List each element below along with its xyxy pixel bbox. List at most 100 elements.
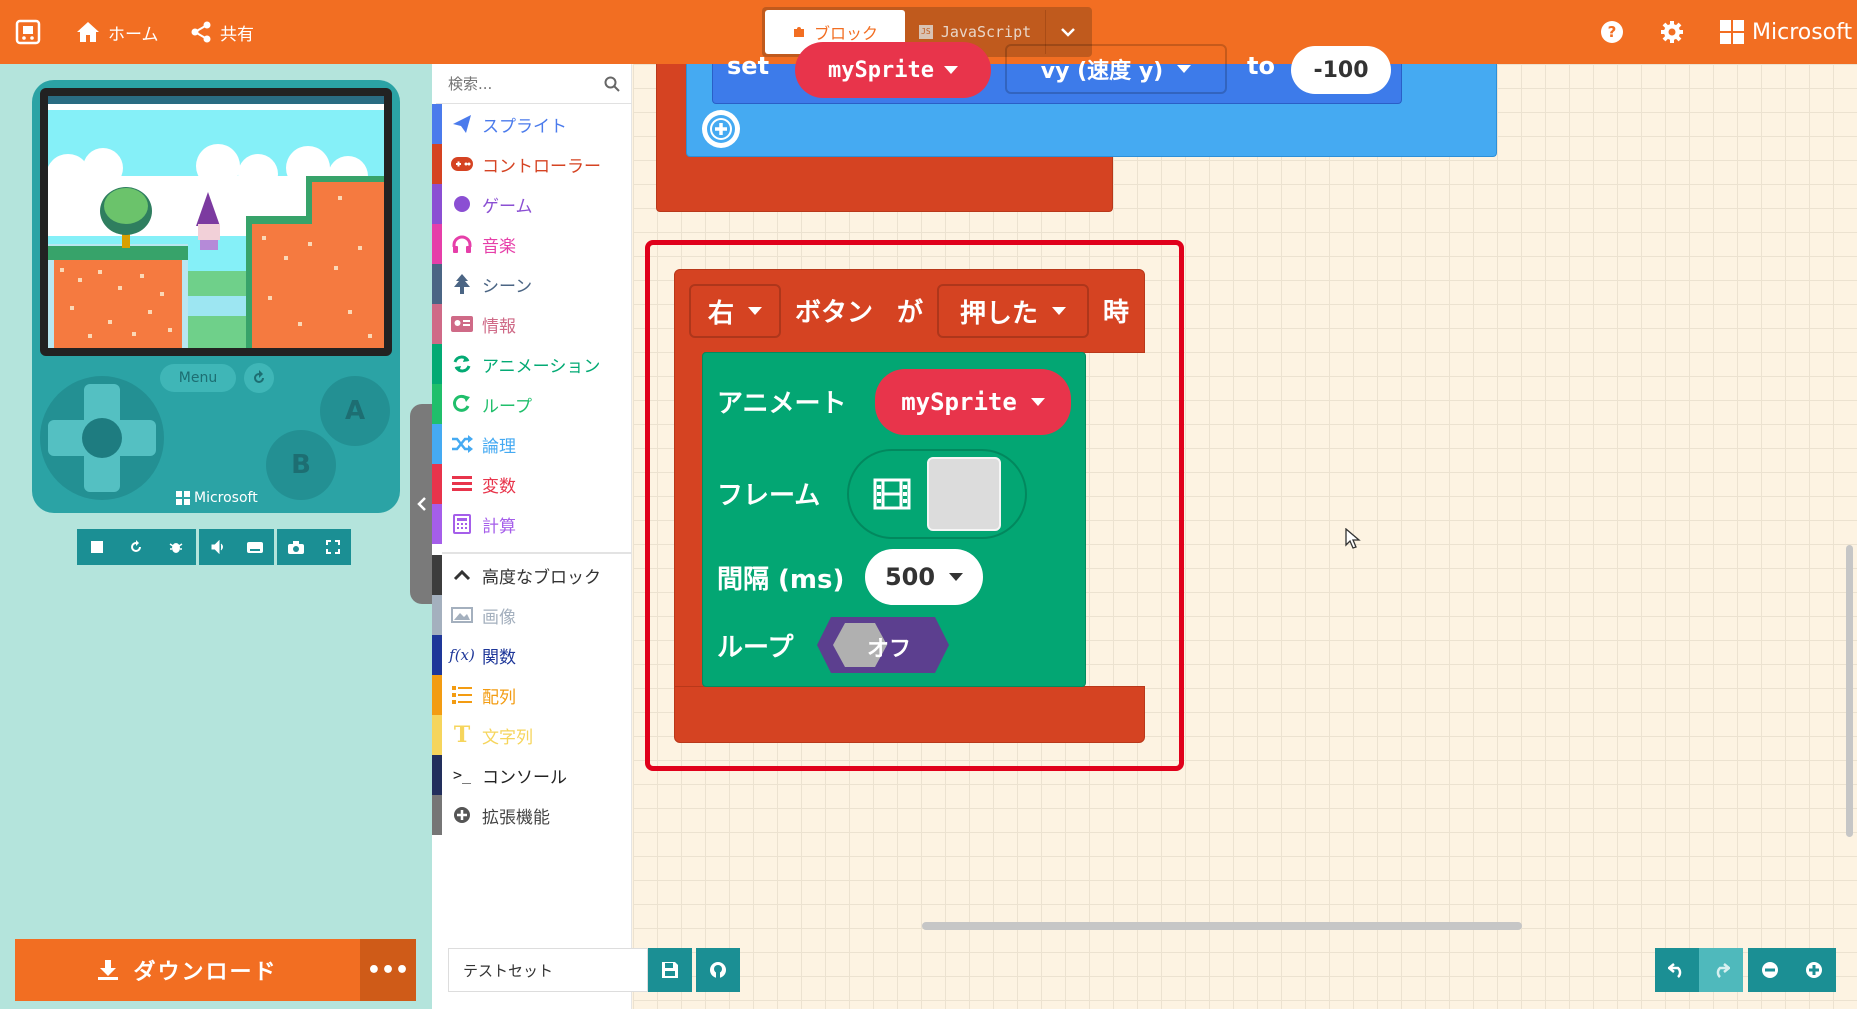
vertical-scrollbar[interactable] (1846, 545, 1853, 837)
arcade-logo-icon[interactable] (14, 0, 42, 64)
category-loops[interactable]: ループ (432, 384, 632, 424)
category-label: 配列 (482, 687, 516, 708)
image-icon (442, 607, 482, 623)
button-dropdown[interactable]: 右 (689, 284, 781, 338)
function-icon: f(x) (449, 646, 475, 664)
category-arrays[interactable]: 配列 (432, 675, 632, 715)
set-block[interactable]: set mySprite vy (速度 y) to -100 (712, 42, 1402, 104)
category-color-bar (432, 304, 442, 344)
category-color-bar (432, 424, 442, 464)
toolbox-search (436, 64, 632, 104)
microsoft-logo[interactable]: Microsoft (1720, 0, 1852, 64)
category-game[interactable]: ゲーム (432, 184, 632, 224)
svg-text:?: ? (1608, 23, 1617, 41)
category-color-bar (432, 264, 442, 304)
category-sprites[interactable]: スプライト (432, 104, 632, 144)
value-field[interactable]: -100 (1291, 46, 1391, 94)
category-color-bar (432, 595, 442, 635)
collapse-simulator-button[interactable] (410, 404, 434, 604)
category-functions[interactable]: f(x) 関数 (432, 635, 632, 675)
category-advanced[interactable]: 高度なブロック (432, 555, 632, 595)
horizontal-scrollbar[interactable] (922, 922, 1522, 930)
category-console[interactable]: >_ コンソール (432, 755, 632, 795)
home-button[interactable]: ホーム (76, 0, 159, 64)
list-icon (442, 476, 482, 492)
download-more-button[interactable]: ••• (360, 939, 416, 1001)
interval-dropdown[interactable]: 500 (865, 549, 983, 605)
search-icon[interactable] (604, 76, 620, 92)
keyboard-icon[interactable] (236, 541, 274, 553)
category-color-bar (432, 755, 442, 795)
category-color-bar (432, 104, 442, 144)
action-dropdown[interactable]: 押した (937, 284, 1089, 338)
category-scene[interactable]: シーン (432, 264, 632, 304)
sprite-dropdown[interactable]: mySprite (795, 42, 991, 98)
category-color-bar (432, 184, 442, 224)
frames-preview[interactable] (927, 457, 1001, 531)
category-info[interactable]: 情報 (432, 304, 632, 344)
loop-label: ループ (717, 633, 794, 663)
github-button[interactable] (696, 948, 740, 992)
film-icon (873, 478, 911, 510)
frames-label: フレーム (717, 481, 821, 511)
add-block-button[interactable] (702, 110, 740, 148)
save-button[interactable] (648, 948, 692, 992)
github-icon (710, 962, 726, 978)
restart-sim-icon[interactable] (116, 540, 156, 554)
redo-button[interactable] (1699, 948, 1743, 992)
category-math[interactable]: 計算 (432, 504, 632, 544)
search-input[interactable] (446, 73, 590, 94)
undo-button[interactable] (1655, 948, 1699, 992)
project-name-input[interactable] (448, 948, 648, 992)
game-scene (48, 96, 384, 348)
mouse-cursor-icon (1345, 528, 1361, 549)
category-color-bar (432, 715, 442, 755)
b-button[interactable]: B (266, 430, 336, 500)
sprite-dropdown[interactable]: mySprite (875, 369, 1071, 435)
toki-label: 時 (1103, 298, 1130, 328)
set-label: set (727, 52, 770, 80)
dpad-center (82, 418, 122, 458)
plane-icon (442, 114, 482, 134)
zoom-out-button[interactable] (1748, 948, 1792, 992)
dpad[interactable] (40, 376, 164, 500)
sound-icon[interactable] (199, 540, 236, 554)
gear-icon (1661, 21, 1683, 43)
share-label: 共有 (220, 24, 254, 45)
category-label: ループ (482, 396, 532, 417)
js-icon: JS (918, 25, 933, 39)
category-label: 音楽 (482, 236, 516, 257)
camera-icon[interactable] (277, 540, 314, 554)
id-card-icon (442, 316, 482, 332)
category-text[interactable]: T 文字列 (432, 715, 632, 755)
help-button[interactable]: ? (1600, 0, 1624, 64)
chevron-down-icon (1060, 28, 1075, 37)
category-controller[interactable]: コントローラー (432, 144, 632, 184)
category-variables[interactable]: 変数 (432, 464, 632, 504)
category-logic[interactable]: 論理 (432, 424, 632, 464)
frames-field[interactable] (847, 449, 1027, 539)
loop-value: オフ (867, 637, 912, 662)
debug-icon[interactable] (156, 540, 196, 554)
category-images[interactable]: 画像 (432, 595, 632, 635)
to-label: to (1247, 52, 1275, 80)
category-music[interactable]: 音楽 (432, 224, 632, 264)
menu-button[interactable]: Menu (160, 364, 236, 392)
category-extensions[interactable]: 拡張機能 (432, 795, 632, 835)
download-button[interactable]: ダウンロード (15, 939, 360, 1001)
fullscreen-icon[interactable] (314, 540, 351, 554)
on-button-event-block[interactable]: 右 ボタン が 押した 時 (674, 269, 1145, 353)
event-block-footer (674, 686, 1145, 743)
property-dropdown[interactable]: vy (速度 y) (1005, 44, 1227, 94)
share-button[interactable]: 共有 (190, 0, 254, 64)
category-animation[interactable]: アニメーション (432, 344, 632, 384)
category-color-bar (432, 464, 442, 504)
animate-block[interactable]: アニメート mySprite フレーム 間隔 (ms) 500 ループ オフ (702, 352, 1086, 687)
stop-icon[interactable] (77, 541, 116, 553)
settings-button[interactable] (1660, 0, 1684, 64)
help-icon: ? (1601, 21, 1623, 43)
a-button[interactable]: A (320, 376, 390, 446)
game-screen[interactable] (48, 96, 384, 348)
zoom-in-button[interactable] (1792, 948, 1836, 992)
restart-icon[interactable] (244, 363, 274, 393)
